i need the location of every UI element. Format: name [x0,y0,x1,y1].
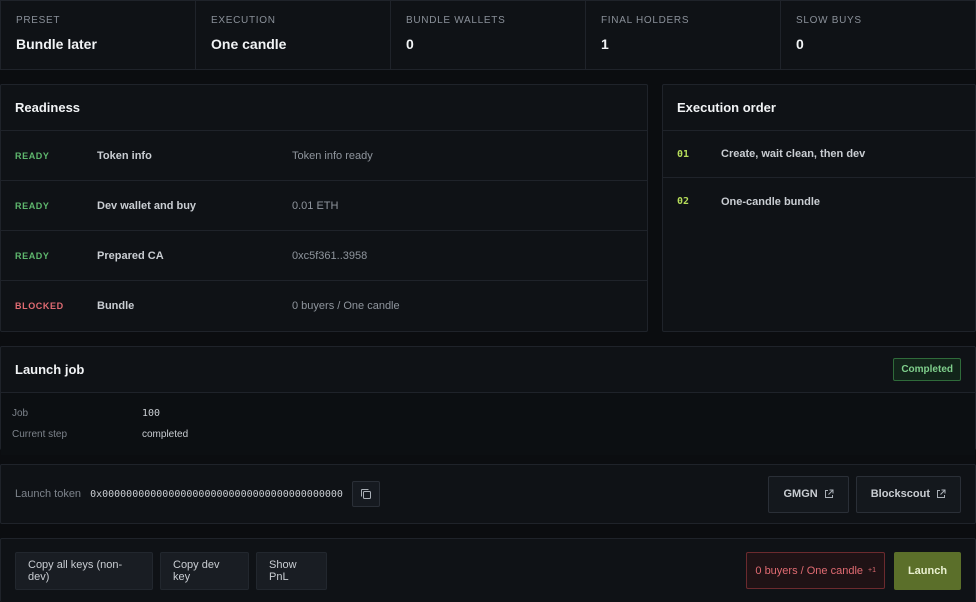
stat-label: EXECUTION [211,15,276,26]
stat-value: Bundle later [16,36,97,52]
launch-job-panel: Launch job Completed Job 100 Current ste… [0,346,976,455]
readiness-item-detail: Token info ready [292,149,373,162]
stats-strip: PRESET Bundle later EXECUTION One candle… [0,0,976,70]
stat-preset: PRESET Bundle later [1,1,196,69]
stat-execution: EXECUTION One candle [196,1,391,69]
launch-job-header: Launch job Completed [1,347,975,393]
execution-order-title: Execution order [677,100,776,115]
step-label: One-candle bundle [721,195,821,208]
stat-slow-buys: SLOW BUYS 0 [781,1,975,69]
status-badge: READY [15,200,50,211]
stat-bundle-wallets: BUNDLE WALLETS 0 [391,1,586,69]
copy-dev-key-button[interactable]: Copy dev key [160,551,249,590]
step-number: 02 [677,196,690,207]
stat-value: 0 [796,36,804,52]
execution-order-panel: Execution order 01 Create, wait clean, t… [662,84,976,332]
readiness-item-detail: 0 buyers / One candle [292,300,400,312]
external-link-icon [824,489,834,498]
readiness-row: READY Token info Token info ready [1,131,647,181]
stat-label: PRESET [16,15,61,26]
job-field: Job 100 [12,403,964,424]
field-label: Job [12,408,29,419]
blockscout-link-button[interactable]: Blockscout [855,475,961,513]
launch-job-title: Launch job [15,362,85,377]
stat-final-holders: FINAL HOLDERS 1 [586,1,781,69]
external-link-icon [937,489,946,498]
step-label: Create, wait clean, then dev [721,148,866,160]
field-label: Current step [12,429,68,440]
readiness-item-name: Prepared CA [97,249,164,262]
stat-label: FINAL HOLDERS [601,15,690,26]
launch-token-address: 0x00000000000000000000000000000000000000… [90,488,343,500]
readiness-item-detail: 0xc5f361..3958 [292,249,368,262]
warning-text: 0 buyers / One candle [755,564,864,577]
job-field: Current step completed [12,424,964,445]
status-badge: Completed [893,358,961,381]
blockscout-label: Blockscout [870,488,930,500]
launch-token-label: Launch token [15,488,82,500]
action-bar: Copy all keys (non-dev) Copy dev key Sho… [0,538,976,602]
readiness-header: Readiness [1,85,647,131]
execution-step: 01 Create, wait clean, then dev [663,131,975,178]
stat-label: BUNDLE WALLETS [406,15,506,26]
status-badge: READY [15,150,50,161]
stat-value: 0 [406,36,414,52]
readiness-item-name: Bundle [97,300,135,312]
readiness-item-detail: 0.01 ETH [292,199,339,212]
bundle-warning: 0 buyers / One candle +1 [746,552,885,589]
show-pnl-button[interactable]: Show PnL [256,551,327,590]
copy-all-keys-button[interactable]: Copy all keys (non-dev) [15,551,153,590]
status-badge: READY [15,250,50,261]
stat-value: 1 [601,36,609,52]
readiness-item-name: Token info [97,149,152,162]
execution-order-header: Execution order [663,85,975,131]
gmgn-label: GMGN [783,488,818,500]
readiness-title: Readiness [15,100,81,115]
execution-step: 02 One-candle bundle [663,178,975,225]
readiness-row: BLOCKED Bundle 0 buyers / One candle [1,281,647,331]
warning-count: +1 [868,567,876,574]
launch-button[interactable]: Launch [894,551,961,590]
stat-label: SLOW BUYS [796,15,862,26]
readiness-row: READY Dev wallet and buy 0.01 ETH [1,181,647,231]
gmgn-link-button[interactable]: GMGN [768,475,849,513]
copy-address-button[interactable] [351,481,380,507]
step-number: 01 [677,148,690,160]
readiness-item-name: Dev wallet and buy [97,199,197,212]
readiness-row: READY Prepared CA 0xc5f361..3958 [1,231,647,281]
copy-icon [360,489,371,499]
launch-job-details: Job 100 Current step completed [1,393,975,455]
readiness-panel: Readiness READY Token info Token info re… [0,84,648,332]
field-value: completed [142,429,189,440]
field-value: 100 [142,408,161,419]
status-badge: BLOCKED [15,301,64,311]
stat-value: One candle [211,36,287,52]
launch-token-bar: Launch token 0x0000000000000000000000000… [0,464,976,524]
